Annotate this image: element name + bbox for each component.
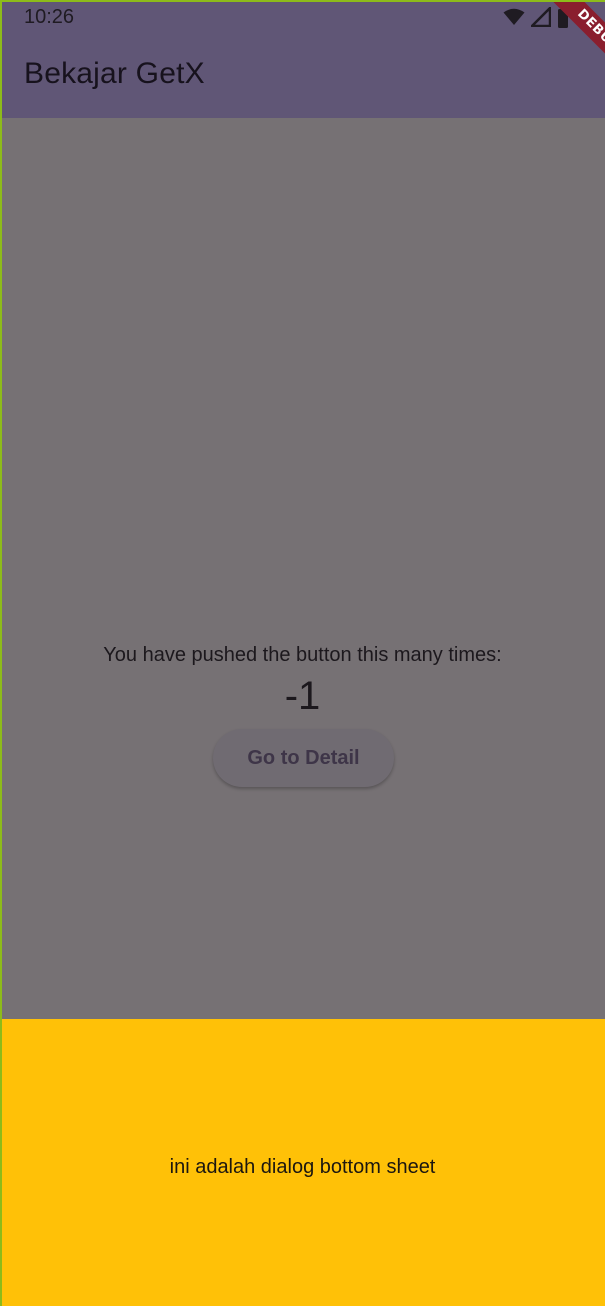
bottom-sheet-text: ini adalah dialog bottom sheet — [169, 1156, 436, 1178]
app-bar: 10:26 Bekajar GetX — [0, 0, 605, 118]
counter-section: You have pushed the button this many tim… — [0, 640, 605, 720]
counter-label: You have pushed the button this many tim… — [103, 644, 502, 666]
wifi-icon — [503, 8, 525, 26]
status-bar: 10:26 — [0, 0, 605, 34]
go-to-detail-button[interactable]: Go to Detail — [213, 729, 394, 787]
debug-label: DEBUG — [544, 0, 605, 80]
app-title: Bekajar GetX — [24, 57, 205, 90]
debug-banner: DEBUG — [525, 0, 605, 80]
status-time: 10:26 — [24, 6, 75, 28]
bottom-sheet[interactable]: ini adalah dialog bottom sheet — [0, 1019, 605, 1306]
counter-value: -1 — [284, 674, 321, 718]
